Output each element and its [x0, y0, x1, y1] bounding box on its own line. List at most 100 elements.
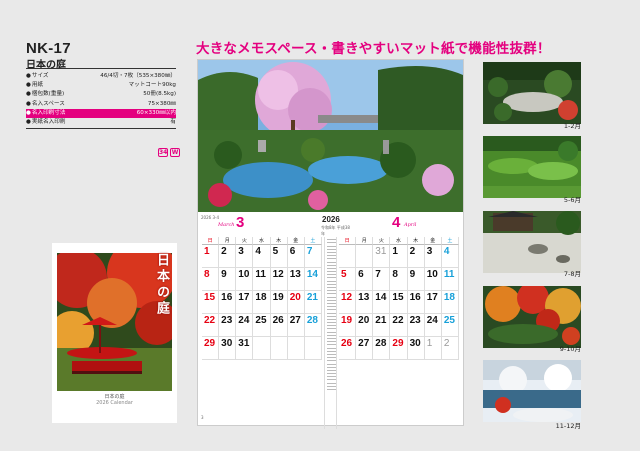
day-number: 8 — [204, 269, 210, 280]
day-cell: 2 — [441, 337, 459, 360]
day-cell: 9 — [219, 268, 237, 291]
day-cell: 27 — [356, 337, 374, 360]
day-number: 18 — [443, 292, 455, 303]
day-cell: 28 — [304, 314, 322, 337]
era-label: 令和8年 平成38年 — [321, 225, 350, 236]
weekday-header: 月 — [219, 237, 237, 245]
day-number: 11 — [443, 269, 455, 280]
spec-row-highlight: 名入印刷寸法60×330㎜以内 — [26, 108, 176, 118]
thumbnail-sep-oct — [483, 286, 581, 348]
day-cell: 31 — [236, 337, 254, 360]
calendar-code: 2026 3-4 — [201, 215, 219, 220]
spec-row: 用紙マットコート90kg — [26, 81, 176, 90]
day-cell: 24 — [424, 314, 442, 337]
day-number: 25 — [255, 315, 267, 326]
day-number: 28 — [375, 338, 387, 349]
day-cell: 8 — [202, 268, 220, 291]
day-cell: 15 — [390, 291, 408, 314]
day-number: 23 — [221, 315, 233, 326]
day-cell — [270, 337, 288, 360]
cover-calendar: 日本の庭 日本の庭 2026 Calendar — [52, 243, 177, 423]
day-number: 25 — [443, 315, 455, 326]
day-cell — [287, 337, 305, 360]
day-cell: 2 — [407, 245, 425, 268]
day-number: 31 — [238, 338, 250, 349]
day-number: 2 — [409, 246, 416, 257]
day-number: 20 — [289, 292, 301, 303]
weekday-header: 土 — [304, 237, 322, 245]
day-cell: 26 — [339, 337, 357, 360]
day-cell: 7 — [373, 268, 391, 291]
day-cell: 1 — [390, 245, 408, 268]
day-number: 14 — [375, 292, 387, 303]
day-cell: 5 — [270, 245, 288, 268]
day-number: 20 — [358, 315, 370, 326]
day-cell: 27 — [287, 314, 305, 337]
day-cell: 17 — [424, 291, 442, 314]
day-number: 12 — [341, 292, 353, 303]
day-number: 5 — [272, 246, 279, 257]
day-cell: 30 — [219, 337, 237, 360]
day-cell: 25 — [253, 314, 271, 337]
day-number: 15 — [392, 292, 404, 303]
day-cell: 10 — [424, 268, 442, 291]
day-number: 27 — [358, 338, 370, 349]
day-cell: 20 — [356, 314, 374, 337]
day-cell: 6 — [356, 268, 374, 291]
day-cell — [304, 337, 322, 360]
weekday-header: 金 — [287, 237, 305, 245]
thumbnail-label: 7-8月 — [563, 270, 581, 278]
thumbnail-may-jun — [483, 136, 581, 198]
march-grid: 日月火水木金土 1 2 3 4 5 6 7 8 9 10 11 12 13 14 15 16 17 18 19 20 21… — [202, 237, 322, 360]
day-number: 9 — [221, 269, 227, 280]
day-number: 26 — [341, 338, 353, 349]
day-cell: 12 — [339, 291, 357, 314]
day-cell: 13 — [287, 268, 305, 291]
day-cell: 22 — [202, 314, 220, 337]
day-number: 17 — [426, 292, 438, 303]
year-label: 2026 — [322, 215, 340, 224]
day-cell: 12 — [270, 268, 288, 291]
day-cell: 22 — [390, 314, 408, 337]
day-number: 24 — [426, 315, 438, 326]
weekday-header: 月 — [356, 237, 374, 245]
day-cell: 9 — [407, 268, 425, 291]
weekday-header: 土 — [441, 237, 459, 245]
day-number: 21 — [306, 292, 318, 303]
day-cell: 30 — [407, 337, 425, 360]
day-number: 29 — [392, 338, 404, 349]
day-number: 28 — [306, 315, 318, 326]
day-cell: 16 — [407, 291, 425, 314]
weekday-header: 日 — [339, 237, 357, 245]
april-name: April — [404, 222, 417, 228]
day-cell: 7 — [304, 245, 322, 268]
spec-badge-number: 34 — [158, 148, 168, 157]
day-cell: 16 — [219, 291, 237, 314]
day-cell: 26 — [270, 314, 288, 337]
day-number: 7 — [306, 246, 313, 257]
day-cell: 1 — [202, 245, 220, 268]
day-cell: 8 — [390, 268, 408, 291]
thumbnail-label: 1-2月 — [563, 122, 581, 130]
garden-photo — [198, 60, 463, 212]
main-calendar: 2026 3-4 March 3 2026 令和8年 平成38年 4 April… — [197, 59, 464, 429]
weekday-header: 水 — [253, 237, 271, 245]
day-number: 22 — [392, 315, 404, 326]
spec-row: 実紙名入印刷有 — [26, 118, 176, 127]
day-cell: 11 — [253, 268, 271, 291]
day-number: 2 — [443, 338, 450, 349]
model-number: NK-17 — [26, 40, 71, 57]
day-number: 17 — [238, 292, 250, 303]
cover-caption: 日本の庭 — [104, 394, 125, 400]
thumbnail-label: 5-6月 — [563, 196, 581, 204]
day-cell: 10 — [236, 268, 254, 291]
day-number: 13 — [358, 292, 370, 303]
day-cell: 18 — [441, 291, 459, 314]
day-cell: 23 — [219, 314, 237, 337]
day-cell: 24 — [236, 314, 254, 337]
weekday-header: 金 — [424, 237, 442, 245]
day-cell: 28 — [373, 337, 391, 360]
day-cell: 29 — [390, 337, 408, 360]
day-cell: 14 — [304, 268, 322, 291]
day-number: 6 — [289, 246, 296, 257]
